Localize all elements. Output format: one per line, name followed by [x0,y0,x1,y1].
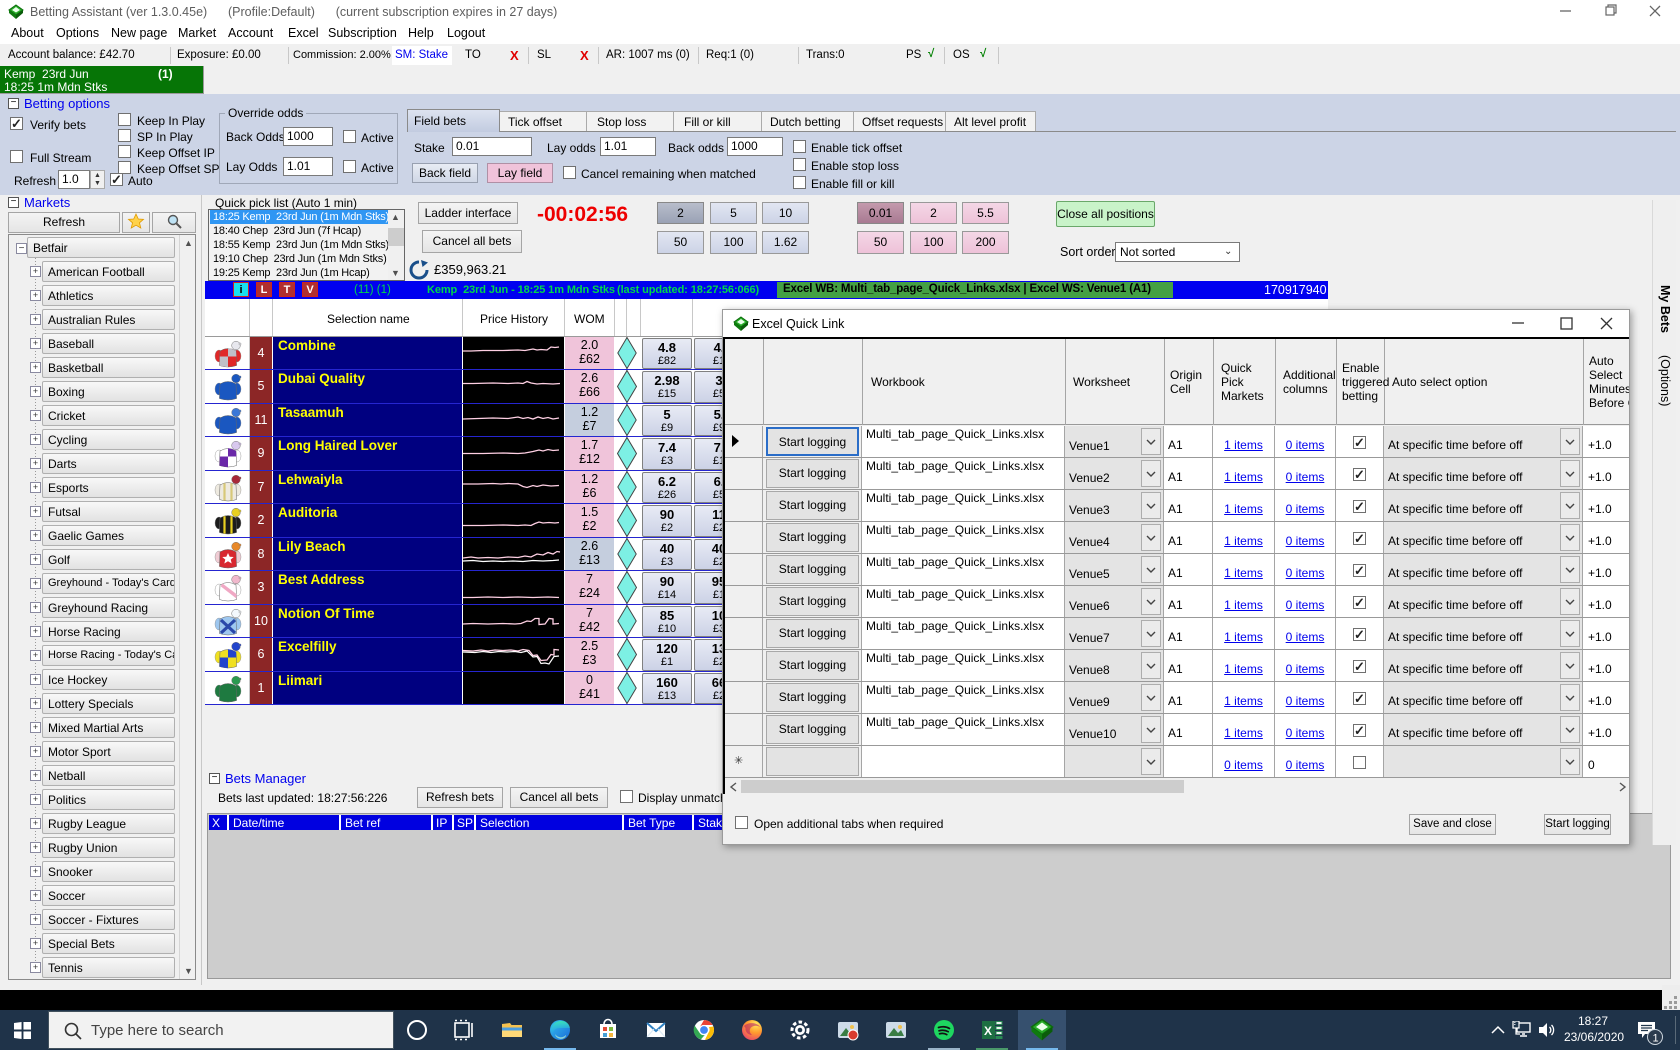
svg-text:X: X [984,1024,992,1038]
svg-text:1: 1 [1653,1033,1659,1045]
